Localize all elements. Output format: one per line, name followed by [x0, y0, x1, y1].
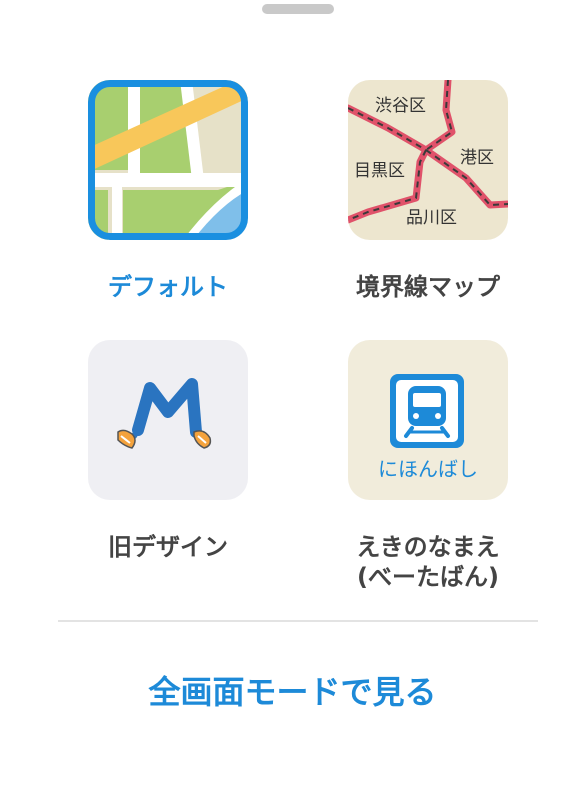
- map-style-label-line2: (べーたばん): [357, 563, 499, 591]
- map-style-label: 境界線マップ: [356, 273, 500, 301]
- boundary-map-icon: 渋谷区 目黒区 港区 品川区: [348, 80, 508, 240]
- station-name-text: にほんばし: [378, 457, 478, 481]
- ward-label: 目黒区: [354, 161, 405, 181]
- divider: [58, 620, 538, 622]
- default-map-icon: [88, 80, 248, 240]
- drag-handle[interactable]: [262, 4, 334, 14]
- ward-label: 港区: [460, 148, 494, 168]
- ward-label: 品川区: [406, 208, 457, 228]
- train-icon: [390, 374, 464, 448]
- map-style-label: えきのなまえ (べーたばん): [308, 532, 548, 592]
- old-design-m-icon: [88, 340, 248, 500]
- map-style-sheet: デフォルト 渋谷区 目黒区 港区 品川区 境界線マップ 旧デザイン にほんばし …: [0, 0, 585, 792]
- map-style-label-line1: えきのなまえ: [356, 533, 500, 561]
- fullscreen-mode-button[interactable]: 全画面モードで見る: [0, 660, 585, 724]
- map-style-label: デフォルト: [108, 273, 228, 301]
- map-style-label: 旧デザイン: [108, 533, 228, 561]
- station-name-map-icon: にほんばし: [348, 340, 508, 500]
- ward-label: 渋谷区: [375, 96, 426, 116]
